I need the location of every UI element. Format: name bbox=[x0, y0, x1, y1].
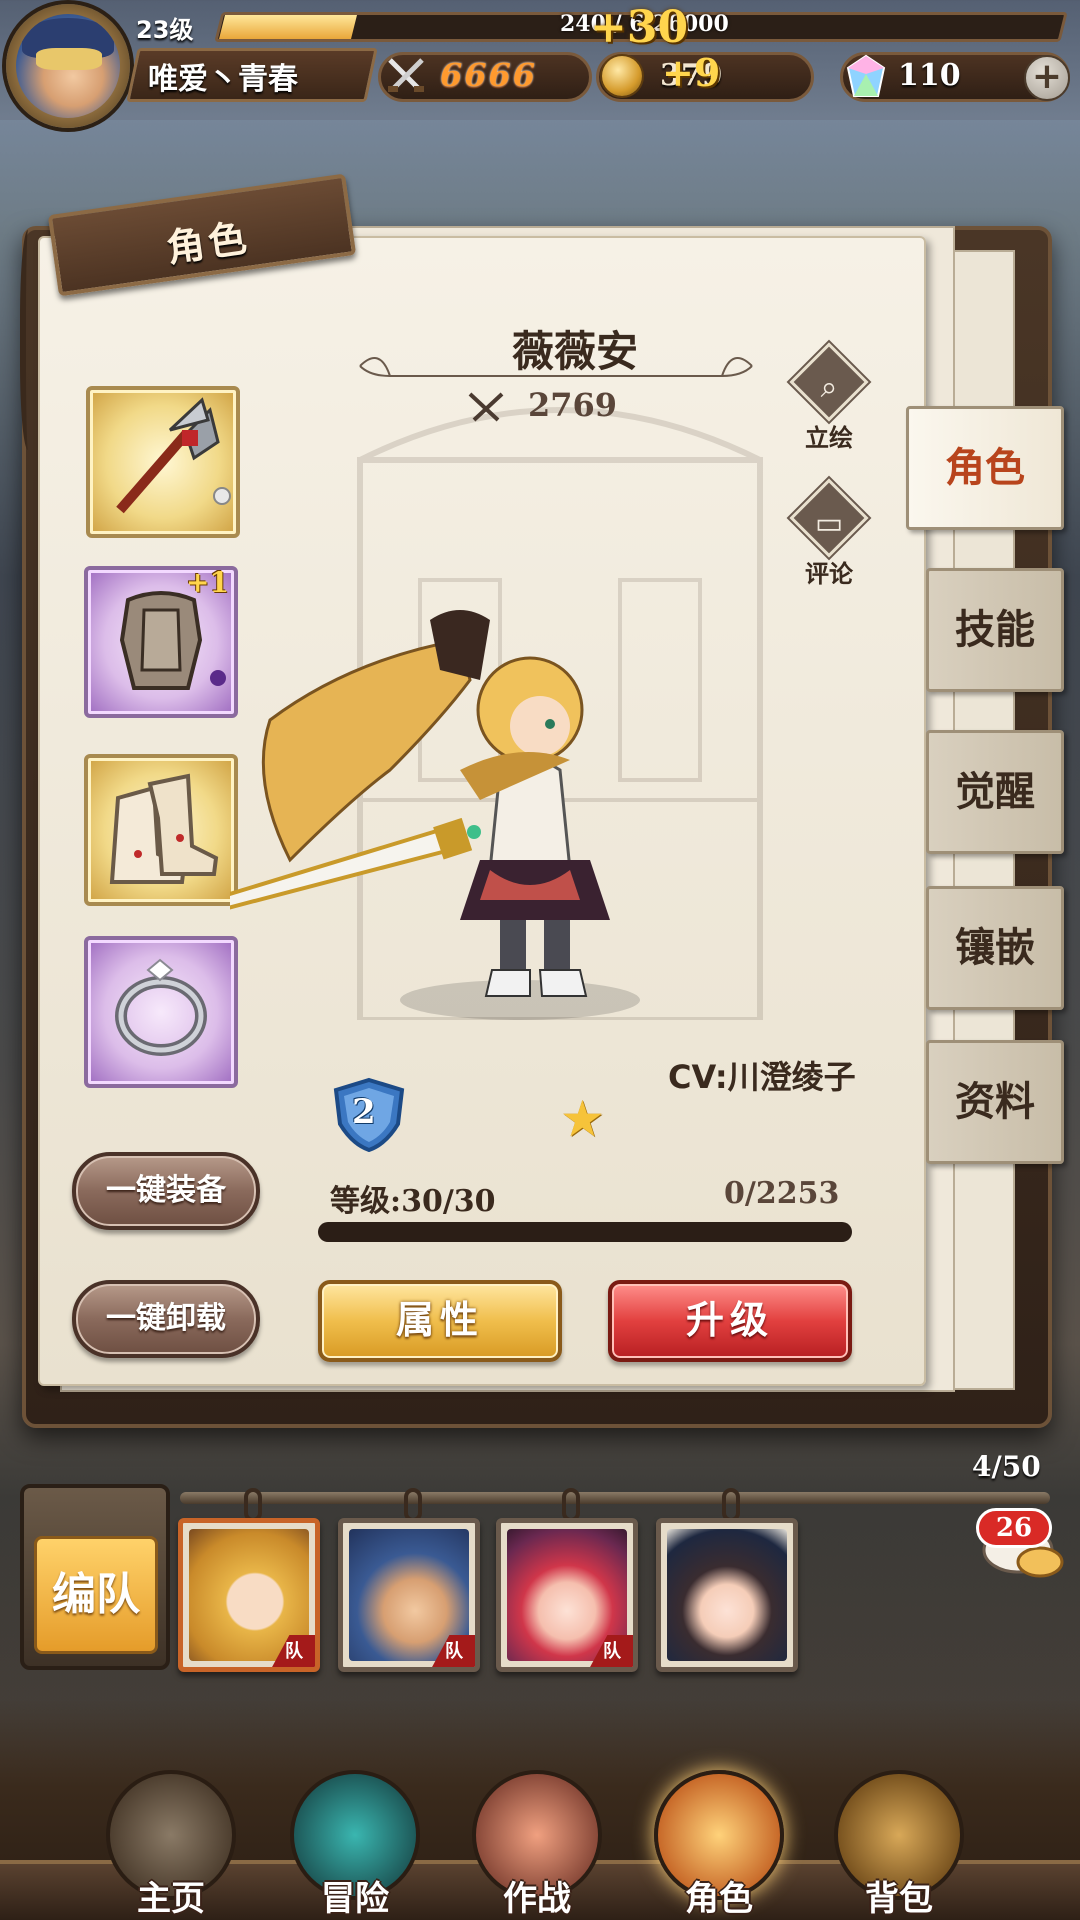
nav-battle-label: 作战 bbox=[503, 1879, 571, 1919]
player-avatar[interactable] bbox=[16, 14, 120, 118]
player-exp-fill bbox=[219, 15, 358, 39]
equipment-slot-boots[interactable] bbox=[84, 754, 238, 906]
team-formation-button[interactable]: 编队 bbox=[34, 1536, 158, 1654]
tab-inlay[interactable]: 镶嵌 bbox=[926, 886, 1064, 1010]
ring-icon bbox=[115, 958, 207, 1056]
roster-count: 4/50 bbox=[972, 1450, 1041, 1483]
gem-value: 110 bbox=[898, 58, 961, 93]
card-hook bbox=[244, 1488, 262, 1522]
total-power-value: 6666 bbox=[440, 56, 538, 94]
hero-card[interactable]: 队 bbox=[338, 1518, 480, 1672]
panel-title: 角色 bbox=[163, 215, 254, 271]
hero-exp-bar bbox=[318, 1222, 852, 1242]
nav-role-label: 角色 bbox=[685, 1879, 753, 1919]
player-level: 23级 bbox=[136, 16, 194, 44]
add-gem-button[interactable]: + bbox=[1024, 55, 1070, 101]
comment-label: 评论 bbox=[805, 560, 853, 588]
equip-all-button[interactable]: 一键装备 bbox=[72, 1152, 260, 1230]
equipment-slot-weapon[interactable] bbox=[86, 386, 240, 538]
star-icon: ★ bbox=[560, 1090, 605, 1148]
voice-actor-credit: CV:川澄绫子 bbox=[668, 1058, 856, 1096]
chat-unread-badge: 26 bbox=[976, 1508, 1052, 1548]
portrait-button[interactable]: ⌕ 立绘 bbox=[789, 342, 869, 453]
mace-icon bbox=[116, 397, 231, 514]
nav-adventure[interactable]: 冒险 bbox=[270, 1710, 440, 1920]
boots-icon bbox=[109, 773, 219, 884]
gold-coin-icon bbox=[602, 56, 642, 96]
name-divider-ornament bbox=[359, 357, 753, 378]
tab-profile[interactable]: 资料 bbox=[926, 1040, 1064, 1164]
roster-rail bbox=[180, 1492, 1050, 1504]
hero-character-art[interactable] bbox=[230, 600, 760, 1030]
unequip-all-button[interactable]: 一键卸载 bbox=[72, 1280, 260, 1358]
hero-power-value: 2769 bbox=[528, 386, 618, 424]
hero-card[interactable]: 队 bbox=[178, 1518, 320, 1672]
upgrade-button[interactable]: 升级 bbox=[608, 1280, 852, 1362]
hero-card[interactable] bbox=[656, 1518, 798, 1672]
card-hook bbox=[562, 1488, 580, 1522]
equipment-slot-ring[interactable] bbox=[84, 936, 238, 1088]
nav-role[interactable]: 角色 bbox=[634, 1710, 804, 1920]
tab-skill[interactable]: 技能 bbox=[926, 568, 1064, 692]
exp-gain-popup: +30 bbox=[590, 2, 689, 53]
nav-bag-label: 背包 bbox=[865, 1879, 933, 1919]
nav-home-label: 主页 bbox=[137, 1879, 205, 1919]
magnifier-icon: ⌕ bbox=[820, 370, 838, 405]
nav-bag[interactable]: 背包 bbox=[814, 1710, 984, 1920]
portrait-label: 立绘 bbox=[805, 424, 853, 452]
speech-bubble-icon: ▭ bbox=[814, 506, 844, 541]
nav-adventure-label: 冒险 bbox=[321, 1879, 389, 1919]
player-name: 唯爱丶青春 bbox=[148, 62, 298, 97]
hero-card-portrait bbox=[667, 1529, 787, 1661]
hero-rank-number: 2 bbox=[352, 1092, 376, 1132]
crossed-swords-icon bbox=[468, 392, 504, 422]
tab-role[interactable]: 角色 bbox=[906, 406, 1064, 530]
crossed-swords-icon bbox=[388, 58, 424, 92]
tab-awaken[interactable]: 觉醒 bbox=[926, 730, 1064, 854]
enhance-level-badge: +1 bbox=[186, 566, 229, 599]
attributes-button[interactable]: 属性 bbox=[318, 1280, 562, 1362]
hero-exp-progress: 0/2253 bbox=[724, 1176, 840, 1211]
comment-button[interactable]: ▭ 评论 bbox=[789, 478, 869, 589]
card-hook bbox=[722, 1488, 740, 1522]
card-hook bbox=[404, 1488, 422, 1522]
hero-card[interactable]: 队 bbox=[496, 1518, 638, 1672]
crystal-gem-icon bbox=[846, 54, 886, 97]
nav-battle[interactable]: 作战 bbox=[452, 1710, 622, 1920]
hero-level-label: 等级:30/30 bbox=[330, 1184, 496, 1219]
nav-home[interactable]: 主页 bbox=[86, 1710, 256, 1920]
gold-gain-popup: +9 bbox=[662, 50, 721, 95]
